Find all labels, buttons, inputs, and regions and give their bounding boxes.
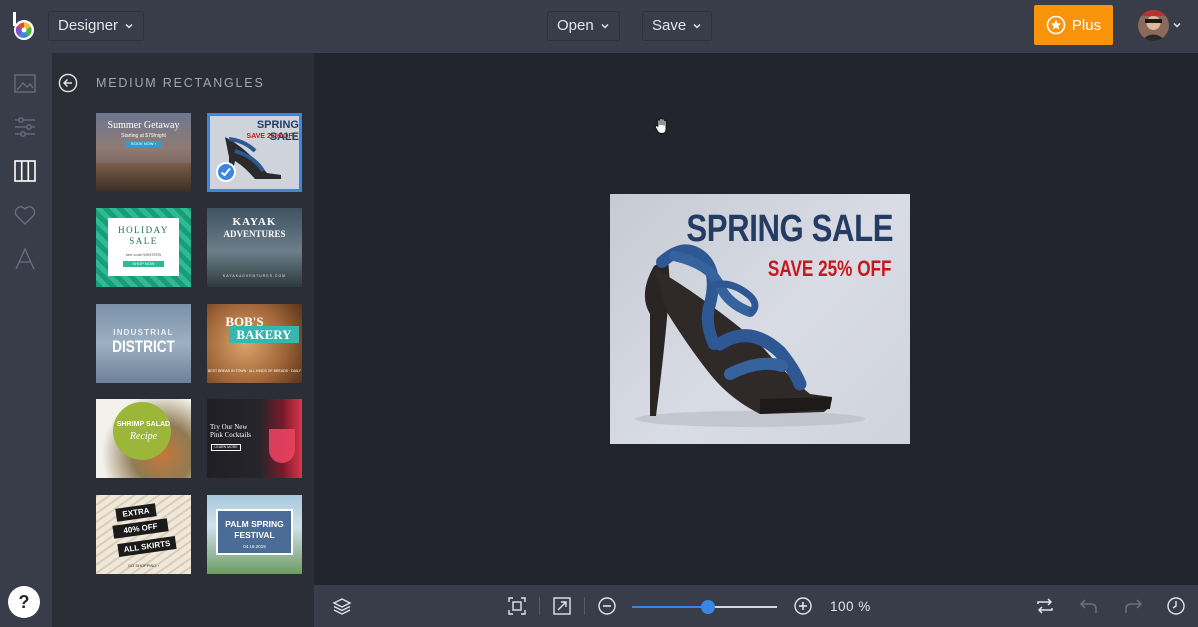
selected-check-icon [216,162,236,182]
open-menu-label: Open [557,17,594,34]
image-icon[interactable] [12,71,38,97]
adjust-icon[interactable] [12,114,38,140]
artboard-title[interactable]: SPRING SALE [686,208,893,251]
open-menu-button[interactable]: Open [547,11,620,41]
template-thumb-palm-spring-festival[interactable]: PALM SPRING FESTIVAL 04.16.2019 [207,495,302,574]
undo-icon[interactable] [1079,596,1099,616]
thumb-button: LEARN MORE [211,444,241,451]
thumb-subtitle: Starting at $79/night [121,133,166,139]
template-thumb-holiday-sale[interactable]: HOLIDAY SALE see code WINTER5 SHOP NOW [96,208,191,287]
thumb-subtitle: see code WINTER5 [125,252,162,257]
thumb-title: EXTRA [115,503,157,522]
hand-cursor-icon [654,117,667,134]
text-icon[interactable] [12,246,38,272]
thumb-title-2: SALE [129,236,158,246]
swap-icon[interactable] [1035,596,1055,616]
artboard-subtitle[interactable]: SAVE 25% OFF [768,256,892,282]
app-root: Designer Open Save Plus ? MEDIUM RECTANG… [0,0,1198,627]
left-rail [0,53,52,627]
zoom-level-label: 100 % [830,599,871,614]
thumb-title-2: BAKERY [229,326,299,343]
layers-icon[interactable] [332,596,352,616]
thumb-button: SHOP NOW [123,261,164,267]
zoom-slider-fill [632,606,709,608]
thumb-title: INDUSTRIAL [113,328,174,337]
zoom-out-icon[interactable] [597,596,617,616]
save-menu-label: Save [652,17,687,34]
thumb-title-3: ALL SKIRTS [117,536,177,557]
template-thumb-extra-40-off[interactable]: EXTRA 40% OFF ALL SKIRTS GO SHOPPING › [96,495,191,574]
template-thumb-industrial-district[interactable]: INDUSTRIAL DISTRICT [96,304,191,383]
thumb-title: SHRIMP SALAD [116,421,171,428]
thumb-title-2: 40% OFF [112,518,169,539]
divider [539,597,540,615]
thumb-subtitle: 04.16.2019 [243,544,266,549]
star-badge-icon [1046,15,1066,35]
plus-upgrade-button[interactable]: Plus [1034,5,1113,45]
designer-menu-button[interactable]: Designer [48,11,145,41]
template-thumb-summer-getaway[interactable]: Summer Getaway Starting at $79/night BOO… [96,113,191,192]
thumb-button: BOOK NOW › [125,141,162,147]
template-thumb-shrimp-salad[interactable]: SHRIMP SALAD Recipe [96,399,191,478]
thumb-title-2: FESTIVAL [234,530,275,540]
chevron-down-icon [693,23,701,29]
chevron-down-icon [125,23,133,29]
chevron-down-icon[interactable] [1172,20,1182,30]
thumb-title: Summer Getaway [107,120,180,131]
back-arrow-icon[interactable] [58,73,78,93]
thumb-subtitle: GO SHOPPING › [128,563,159,568]
template-thumb-kayak-adventures[interactable]: KAYAK ADVENTURES KAYAKADVENTURES.COM [207,208,302,287]
plus-label: Plus [1071,16,1102,34]
befunky-logo-icon[interactable] [10,12,38,42]
actual-size-icon[interactable] [552,596,572,616]
design-artboard[interactable]: SPRING SALE SAVE 25% OFF [610,194,910,444]
designer-menu-label: Designer [58,17,119,34]
thumb-subtitle: KAYAKADVENTURES.COM [222,274,287,278]
frames-icon[interactable] [12,158,38,184]
divider [584,597,585,615]
chevron-down-icon [601,23,609,29]
thumb-title: HOLIDAY [118,225,169,235]
thumb-title: KAYAK [232,216,277,228]
help-button[interactable]: ? [8,586,40,618]
thumb-title-2: Recipe [129,431,158,442]
thumb-subtitle: BEST BREAD IN TOWN · ALL KINDS OF BREADS… [208,369,301,373]
template-thumb-spring-sale[interactable]: SPRING SALE SAVE 25% OFF [207,113,302,192]
save-menu-button[interactable]: Save [642,11,713,41]
thumb-title-2: ADVENTURES [223,229,286,239]
thumb-title: PALM SPRING [225,519,284,529]
redo-icon[interactable] [1123,596,1143,616]
template-thumb-pink-cocktails[interactable]: Try Our New Pink Cocktails LEARN MORE [207,399,302,478]
panel-title: MEDIUM RECTANGLES [96,76,265,90]
avatar[interactable] [1138,10,1169,41]
heart-icon[interactable] [12,202,38,228]
fit-to-screen-icon[interactable] [507,596,527,616]
zoom-in-icon[interactable] [793,596,813,616]
template-thumb-bobs-bakery[interactable]: BOB'S BAKERY BEST BREAD IN TOWN · ALL KI… [207,304,302,383]
history-icon[interactable] [1166,596,1186,616]
thumb-title-2: DISTRICT [112,337,175,356]
top-bar: Designer Open Save Plus [0,0,1198,53]
